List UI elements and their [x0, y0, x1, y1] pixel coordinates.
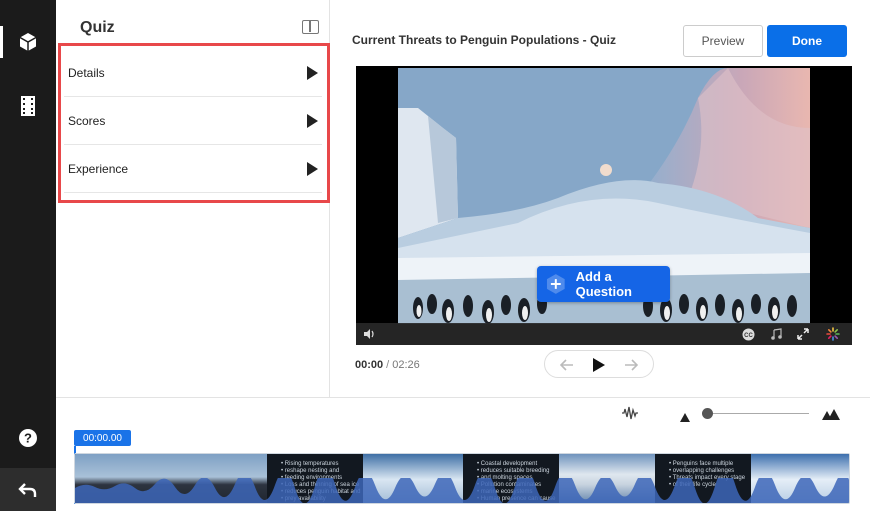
- cube-icon[interactable]: [14, 28, 42, 56]
- waveform-icon[interactable]: [621, 406, 639, 425]
- add-question-label: Add a Question: [575, 269, 632, 299]
- preview-button[interactable]: Preview: [683, 25, 763, 57]
- time-separator: /: [386, 359, 390, 371]
- duration: 02:26: [392, 359, 420, 371]
- loading-icon: [826, 327, 840, 341]
- slide-line: Rising temperatures: [281, 461, 361, 468]
- menu-item-experience[interactable]: Experience: [64, 146, 322, 193]
- slide-line: reduces suitable breeding: [477, 468, 556, 475]
- zoom-out-icon[interactable]: [680, 409, 690, 427]
- zoom-slider-track[interactable]: [702, 413, 809, 414]
- active-indicator: [0, 26, 3, 58]
- audio-waveform: [75, 478, 849, 503]
- video-player[interactable]: CC: [356, 66, 852, 345]
- arrow-left-icon: [560, 359, 573, 371]
- slide-line: Penguins face multiple: [669, 461, 745, 468]
- triangle-right-icon: [307, 66, 318, 80]
- slide-line: reshape nesting and: [281, 468, 361, 475]
- panel-toggle-icon[interactable]: [302, 20, 319, 34]
- quiz-panel: Quiz Details Scores Experience: [56, 0, 330, 397]
- add-question-button[interactable]: Add a Question: [537, 266, 670, 302]
- next-button[interactable]: [621, 355, 641, 375]
- music-icon[interactable]: [769, 327, 783, 341]
- undo-icon: [18, 482, 37, 497]
- zoom-in-icon[interactable]: [822, 407, 840, 425]
- zoom-slider-handle[interactable]: [701, 408, 713, 419]
- menu-item-scores[interactable]: Scores: [64, 98, 322, 145]
- quiz-title: Current Threats to Penguin Populations -…: [352, 33, 617, 47]
- play-button[interactable]: [589, 355, 609, 375]
- menu-item-label: Details: [68, 66, 105, 80]
- menu-item-label: Scores: [68, 114, 106, 128]
- playback-nav: [544, 350, 654, 378]
- help-icon[interactable]: ?: [14, 424, 42, 452]
- slide-line: overlapping challenges: [669, 468, 745, 475]
- current-time: 00:00: [355, 359, 384, 371]
- video-control-bar: CC: [356, 323, 852, 345]
- svg-text:?: ?: [24, 431, 32, 446]
- timeline-strip[interactable]: Rising temperatures reshape nesting and …: [74, 453, 850, 504]
- play-icon: [593, 358, 605, 372]
- menu-item-details[interactable]: Details: [64, 50, 322, 97]
- arrow-right-icon: [625, 359, 638, 371]
- triangle-right-icon: [307, 162, 318, 176]
- playback-time: 00:00/02:26: [355, 359, 420, 371]
- undo-button[interactable]: [0, 468, 56, 511]
- previous-button[interactable]: [557, 355, 577, 375]
- triangle-right-icon: [307, 114, 318, 128]
- slide-line: Coastal development: [477, 461, 556, 468]
- timecode-marker[interactable]: 00:00.00: [74, 430, 131, 446]
- left-rail: ?: [0, 0, 56, 511]
- menu-item-label: Experience: [68, 162, 129, 176]
- done-button[interactable]: Done: [767, 25, 847, 57]
- fullscreen-icon[interactable]: [796, 327, 810, 341]
- cc-icon[interactable]: CC: [741, 327, 755, 341]
- plus-hexagon-icon: [546, 274, 565, 294]
- film-strip-icon[interactable]: [14, 92, 42, 120]
- svg-text:CC: CC: [744, 333, 753, 339]
- panel-title: Quiz: [80, 19, 115, 36]
- volume-icon[interactable]: [362, 327, 376, 341]
